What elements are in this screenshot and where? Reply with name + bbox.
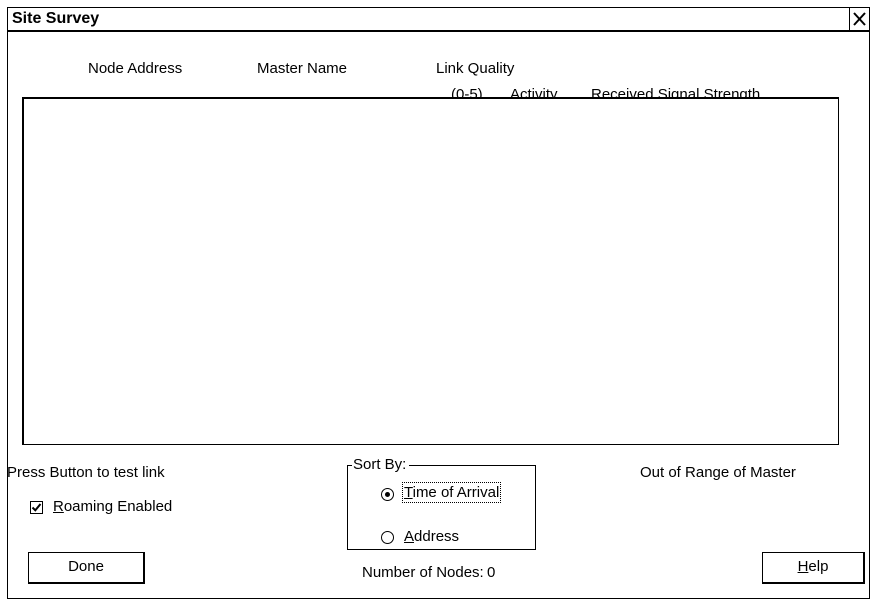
column-header-master-name: Master Name — [257, 60, 348, 77]
address-label-rest: ddress — [414, 528, 460, 545]
close-button[interactable] — [849, 8, 869, 30]
sort-by-label: Sort By: — [352, 456, 410, 473]
press-button-text: Press Button to test link — [7, 464, 165, 481]
roaming-mnemonic: R — [53, 498, 64, 515]
column-header-link-quality: Link Quality — [436, 60, 515, 77]
sort-address-label[interactable]: Address — [404, 528, 459, 545]
address-mnemonic: A — [404, 528, 415, 545]
number-of-nodes-value: 0 — [487, 564, 496, 581]
number-of-nodes-label: Number of Nodes: — [362, 564, 484, 581]
radio-selected-dot — [385, 492, 390, 497]
help-mnemonic: H — [797, 558, 809, 575]
checkmark-icon — [31, 503, 42, 512]
out-of-range-text: Out of Range of Master — [640, 464, 796, 481]
time-mnemonic: T — [404, 484, 413, 501]
sort-address-radio[interactable] — [381, 531, 394, 544]
sort-time-of-arrival-radio[interactable] — [381, 488, 394, 501]
roaming-label-rest: oaming Enabled — [63, 498, 173, 515]
sort-time-of-arrival-label[interactable]: Time of Arrival — [401, 482, 502, 503]
column-header-node-address: Node Address — [88, 60, 183, 77]
roaming-enabled-label[interactable]: Roaming Enabled — [53, 498, 172, 515]
help-label-rest: elp — [808, 558, 829, 575]
window-title: Site Survey — [12, 10, 100, 27]
help-button[interactable]: Help — [762, 552, 865, 584]
title-bar: Site Survey — [8, 8, 869, 32]
node-list[interactable] — [22, 97, 839, 445]
roaming-enabled-checkbox[interactable] — [30, 501, 43, 514]
close-icon — [853, 12, 866, 26]
done-button[interactable]: Done — [28, 552, 145, 584]
time-of-arrival-label-rest: ime of Arrival — [412, 484, 500, 501]
